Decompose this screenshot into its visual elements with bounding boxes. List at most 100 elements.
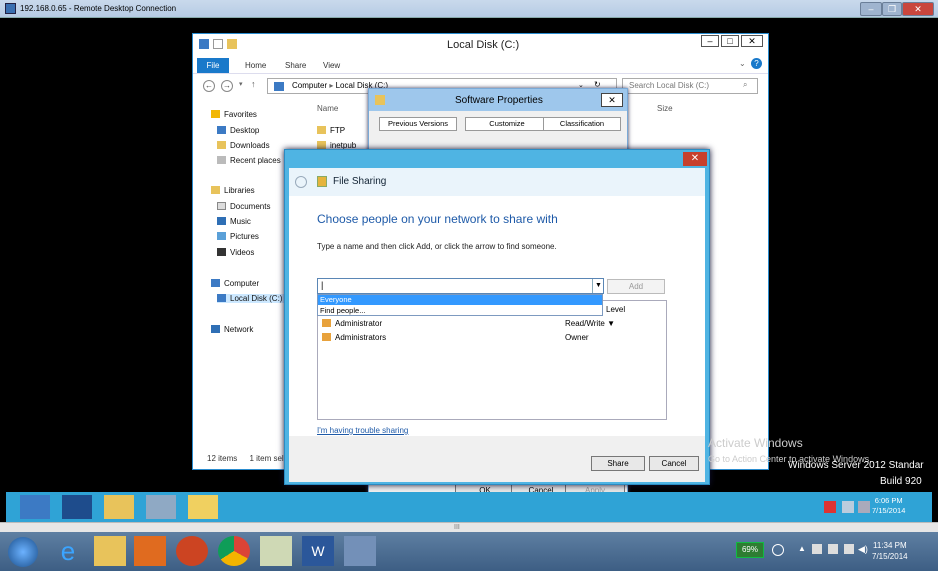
show-hidden-icons-icon[interactable]: ▲	[798, 544, 806, 553]
nav-favorites[interactable]: Favorites	[211, 110, 257, 119]
remote-desktop-icon[interactable]	[344, 536, 376, 566]
tab-customize[interactable]: Customize	[465, 117, 549, 131]
explorer-icon[interactable]	[94, 536, 126, 566]
tab-classification[interactable]: Classification	[543, 117, 621, 131]
local-date: 7/15/2014	[872, 552, 908, 561]
recent-locations-icon[interactable]: ▾	[239, 80, 243, 88]
explorer-minimize-button[interactable]: –	[701, 35, 719, 47]
network-icon[interactable]	[828, 544, 838, 554]
ie-icon[interactable]: e	[52, 536, 84, 566]
server-manager-icon[interactable]	[20, 495, 50, 519]
battery-indicator[interactable]: 69%	[736, 542, 764, 558]
permission-level-dropdown[interactable]: Read/Write ▼	[565, 319, 615, 328]
chevron-down-icon[interactable]: ▼	[592, 279, 604, 293]
nav-computer[interactable]: Computer	[211, 279, 259, 288]
nav-pictures[interactable]: Pictures	[217, 232, 259, 241]
explorer-maximize-button[interactable]: □	[721, 35, 739, 47]
nav-music[interactable]: Music	[217, 217, 251, 226]
rdp-restore-button[interactable]: ❐	[882, 2, 902, 16]
tab-previous-versions[interactable]: Previous Versions	[379, 117, 457, 131]
sharing-close-button[interactable]: ✕	[683, 152, 707, 166]
drive-icon	[217, 294, 226, 302]
rdp-window-title: 192.168.0.65 - Remote Desktop Connection	[20, 4, 177, 13]
user-icon	[322, 319, 331, 327]
flag-icon[interactable]	[812, 544, 822, 554]
nav-computer-label: Computer	[224, 279, 260, 288]
name-input-value: |	[321, 280, 324, 290]
list-item[interactable]: FTP	[317, 126, 345, 135]
scroll-thumb[interactable]: III	[454, 524, 460, 531]
app-icon[interactable]	[176, 536, 208, 566]
remote-date: 7/15/2014	[872, 506, 906, 515]
properties-quick-icon[interactable]	[213, 39, 223, 49]
dropdown-option-find-people[interactable]: Find people...	[318, 306, 365, 315]
nav-network-label: Network	[224, 325, 254, 334]
nav-favorites-label: Favorites	[224, 110, 257, 119]
remote-taskbar: 6:06 PM 7/15/2014	[6, 492, 932, 522]
explorer-taskbar-icon[interactable]	[104, 495, 134, 519]
help-icon[interactable]: ?	[751, 58, 762, 69]
back-arrow-icon[interactable]	[295, 176, 307, 188]
forward-icon[interactable]: →	[221, 80, 233, 92]
people-list: Level Administrator Read/Write ▼ Adminis…	[317, 300, 667, 420]
up-icon[interactable]: ↑	[251, 79, 256, 89]
name-input[interactable]: | ▼	[317, 278, 604, 294]
add-button[interactable]: Add	[607, 279, 665, 294]
local-clock[interactable]: 11:34 PM 7/15/2014	[872, 540, 908, 562]
volume-icon[interactable]: ◀)	[858, 544, 868, 555]
word-icon[interactable]: W	[302, 536, 334, 566]
nav-documents-label: Documents	[230, 202, 271, 211]
nav-music-label: Music	[230, 217, 251, 226]
network-tray-icon[interactable]	[842, 501, 854, 513]
horizontal-scrollbar[interactable]: III	[0, 522, 938, 532]
remote-desktop-area: Local Disk (C:) – □ ✕ File Home Share Vi…	[6, 18, 932, 520]
nav-downloads[interactable]: Downloads	[217, 141, 270, 150]
nav-local-disk-label: Local Disk (C:)	[230, 294, 283, 303]
nav-desktop[interactable]: Desktop	[217, 126, 259, 135]
search-input[interactable]: Search Local Disk (C:) ⌕	[622, 78, 758, 94]
breadcrumb-computer[interactable]: Computer	[292, 81, 327, 90]
file-name: FTP	[330, 126, 346, 135]
properties-close-button[interactable]: ✕	[601, 93, 623, 107]
list-item[interactable]: Administrator	[322, 319, 382, 328]
trouble-sharing-link[interactable]: I'm having trouble sharing	[317, 426, 408, 435]
nav-documents[interactable]: Documents	[217, 202, 270, 211]
chevron-down-icon[interactable]: ⌄	[739, 59, 746, 68]
remote-clock[interactable]: 6:06 PM 7/15/2014	[872, 496, 905, 516]
ribbon-tab-view[interactable]: View	[323, 61, 340, 70]
action-center-icon[interactable]	[824, 501, 836, 513]
column-header-size[interactable]: Size	[657, 104, 673, 113]
ribbon-tab-share[interactable]: Share	[285, 61, 306, 70]
sharing-cancel-button[interactable]: Cancel	[649, 456, 699, 471]
ribbon-tab-home[interactable]: Home	[245, 61, 266, 70]
tray-icon[interactable]	[772, 544, 784, 556]
volume-tray-icon[interactable]	[858, 501, 870, 513]
ribbon: File Home Share View ⌄ ?	[193, 56, 768, 74]
start-button[interactable]	[8, 537, 38, 567]
properties-taskbar-icon[interactable]	[146, 495, 176, 519]
display-icon[interactable]	[844, 544, 854, 554]
remote-time: 6:06 PM	[874, 496, 903, 505]
share-button[interactable]: Share	[591, 456, 645, 471]
notepad-taskbar-icon[interactable]	[188, 495, 218, 519]
explorer-close-button[interactable]: ✕	[741, 35, 763, 47]
rdp-minimize-button[interactable]: –	[860, 2, 882, 16]
media-player-icon[interactable]	[134, 536, 166, 566]
nav-libraries[interactable]: Libraries	[211, 186, 255, 195]
rdp-close-button[interactable]: ✕	[902, 2, 934, 16]
column-header-name[interactable]: Name	[317, 104, 338, 113]
local-taskbar: e W 69% ▲ ◀) 11:34 PM 7/15/2014	[0, 532, 938, 571]
back-icon[interactable]: ←	[203, 80, 215, 92]
chrome-icon[interactable]	[218, 536, 250, 566]
powershell-icon[interactable]	[62, 495, 92, 519]
nav-recent[interactable]: Recent places	[217, 156, 281, 165]
recent-places-icon	[217, 156, 226, 164]
nav-videos[interactable]: Videos	[217, 248, 254, 257]
dropdown-option-everyone[interactable]: Everyone	[318, 295, 602, 305]
nav-downloads-label: Downloads	[230, 141, 270, 150]
photo-app-icon[interactable]	[260, 536, 292, 566]
nav-network[interactable]: Network	[211, 325, 253, 334]
new-folder-quick-icon[interactable]	[227, 39, 237, 49]
ribbon-tab-file[interactable]: File	[197, 58, 229, 73]
list-item[interactable]: Administrators	[322, 333, 386, 342]
